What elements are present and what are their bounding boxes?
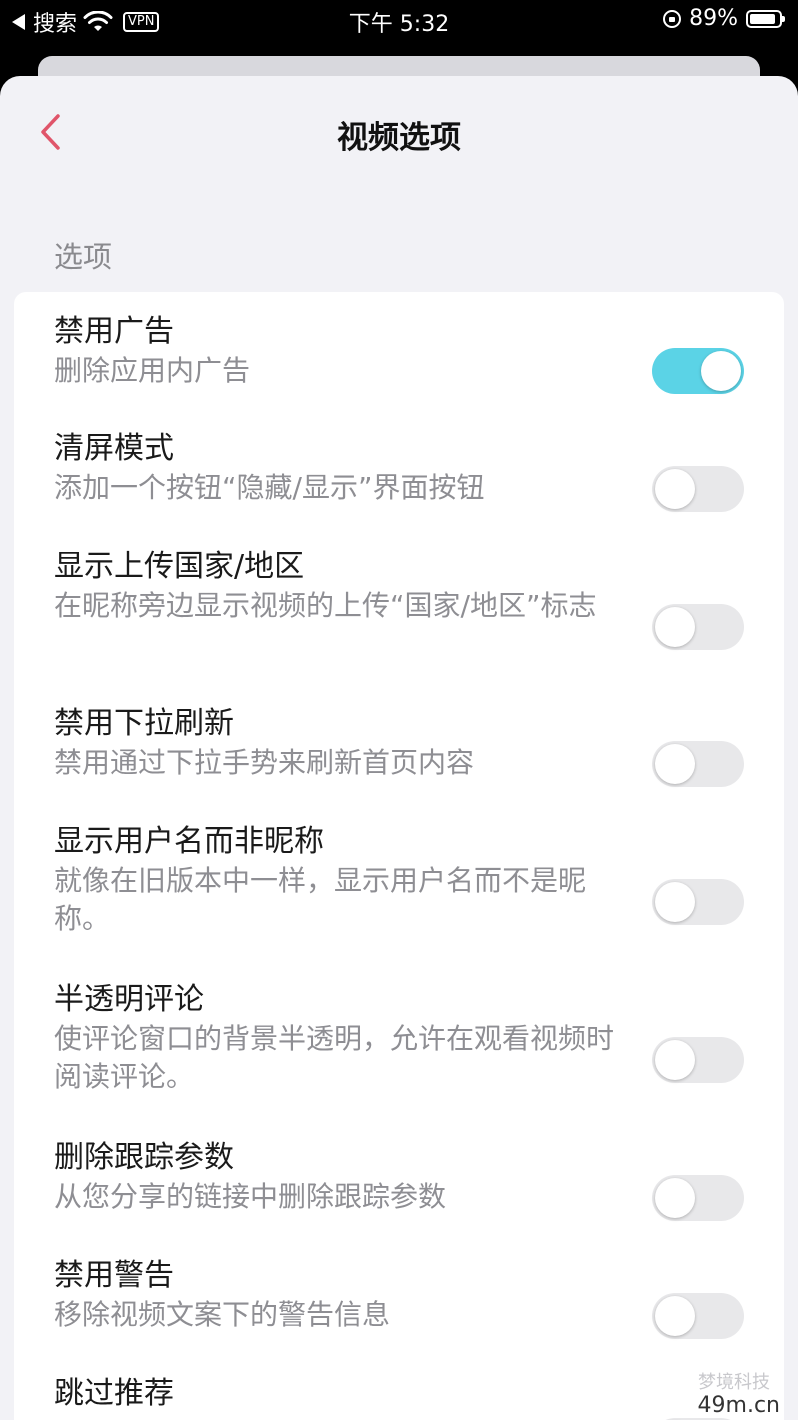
toggle-disable-ads[interactable] bbox=[652, 348, 744, 394]
option-title: 禁用广告 bbox=[54, 314, 174, 349]
settings-sheet: 视频选项 选项 禁用广告 删除应用内广告 清屏模式 添加一个按钮“隐藏/显示”界… bbox=[0, 76, 798, 1420]
toggle-disable-pull-refresh[interactable] bbox=[652, 741, 744, 787]
status-bar: 搜索 VPN 下午 5:32 89% bbox=[0, 0, 798, 40]
toggle-knob bbox=[655, 469, 695, 509]
option-title: 显示上传国家/地区 bbox=[54, 549, 305, 584]
status-right: 89% bbox=[663, 6, 785, 31]
toggle-show-username[interactable] bbox=[652, 879, 744, 925]
option-desc: 添加一个按钮“隐藏/显示”界面按钮 bbox=[54, 471, 485, 504]
option-desc: 禁用通过下拉手势来刷新首页内容 bbox=[54, 746, 475, 779]
toggle-disable-warnings[interactable] bbox=[652, 1293, 744, 1339]
toggle-knob bbox=[655, 744, 695, 784]
toggle-remove-tracking[interactable] bbox=[652, 1175, 744, 1221]
toggle-knob bbox=[655, 1040, 695, 1080]
option-title: 显示用户名而非昵称 bbox=[54, 824, 324, 859]
toggle-translucent-comments[interactable] bbox=[652, 1037, 744, 1083]
nav-bar: 视频选项 bbox=[0, 76, 798, 186]
toggle-knob bbox=[701, 351, 741, 391]
option-title: 清屏模式 bbox=[54, 431, 174, 466]
toggle-upload-region[interactable] bbox=[652, 604, 744, 650]
option-desc: 从您分享的链接中删除跟踪参数 bbox=[54, 1180, 447, 1213]
option-desc: 使评论窗口的背景半透明，允许在观看视频时阅读评论。 bbox=[54, 1022, 615, 1093]
option-desc: 就像在旧版本中一样，显示用户名而不是昵称。 bbox=[54, 864, 587, 935]
watermark: 49m.cn bbox=[693, 1393, 784, 1418]
option-title: 禁用警告 bbox=[54, 1258, 174, 1293]
toggle-knob bbox=[655, 882, 695, 922]
orientation-lock-icon bbox=[663, 9, 682, 28]
battery-percent: 89% bbox=[689, 6, 738, 31]
toggle-knob bbox=[655, 1178, 695, 1218]
section-label: 选项 bbox=[54, 240, 113, 274]
battery-fill bbox=[750, 13, 775, 24]
option-title: 半透明评论 bbox=[54, 982, 204, 1017]
option-desc: 删除应用内广告 bbox=[54, 354, 251, 387]
options-list: 禁用广告 删除应用内广告 清屏模式 添加一个按钮“隐藏/显示”界面按钮 显示上传… bbox=[14, 292, 784, 1420]
toggle-knob bbox=[655, 1296, 695, 1336]
toggle-clean-screen[interactable] bbox=[652, 466, 744, 512]
toggle-knob bbox=[655, 607, 695, 647]
option-title: 禁用下拉刷新 bbox=[54, 706, 234, 741]
option-title: 删除跟踪参数 bbox=[54, 1140, 234, 1175]
battery-icon bbox=[746, 9, 785, 28]
watermark-faint: 梦境科技 bbox=[698, 1372, 770, 1393]
page-title: 视频选项 bbox=[337, 120, 461, 156]
option-desc: 在昵称旁边显示视频的上传“国家/地区”标志 bbox=[54, 589, 597, 622]
option-desc: 移除视频文案下的警告信息 bbox=[54, 1298, 391, 1331]
option-title: 跳过推荐 bbox=[54, 1376, 174, 1411]
